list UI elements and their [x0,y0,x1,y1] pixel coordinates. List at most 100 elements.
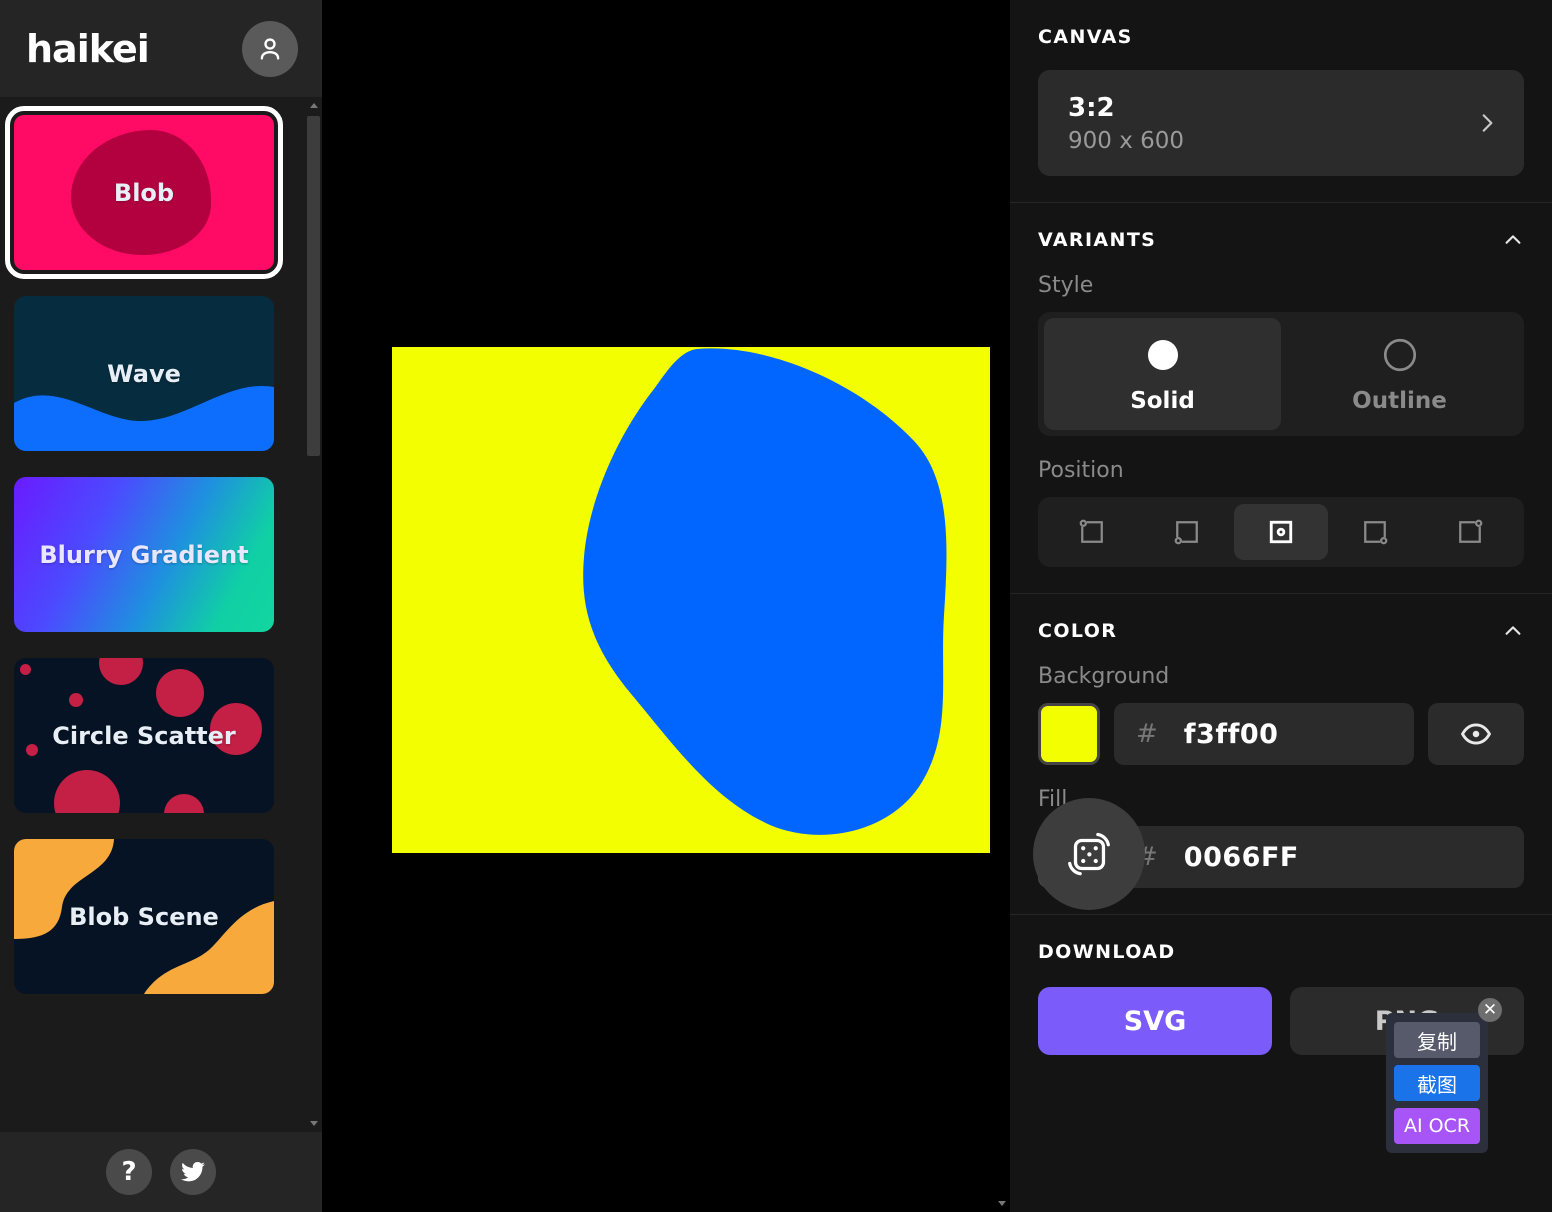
filled-circle-icon [1147,339,1178,371]
sidebar-header: haikei [0,0,322,97]
variants-section-title: VARIANTS [1038,229,1157,251]
position-top-left-icon [1079,519,1104,543]
ocr-ai-label: AI OCR [1403,1115,1471,1137]
scatter-dot [26,744,38,756]
user-avatar-icon [260,37,280,60]
scrollbar-track[interactable] [305,114,322,1115]
download-section-title: DOWNLOAD [1038,941,1176,963]
sidebar-item-blob[interactable]: Blob [5,106,283,279]
scrollbar-down-arrow[interactable] [305,1115,322,1132]
position-top-left[interactable] [1045,504,1139,560]
fill-hex-input[interactable]: # 0066FF [1114,826,1524,888]
ocr-copy-label: 复制 [1417,1029,1457,1054]
style-toggle-group: Solid Outline [1038,312,1524,436]
sidebar-item-blob-scene[interactable]: Blob Scene [14,839,274,994]
canvas-dimensions: 900 x 600 [1068,127,1185,154]
help-button[interactable]: ? [106,1149,152,1195]
background-label: Background [1038,664,1170,689]
ocr-popup: 复制 截图 AI OCR [1386,1013,1488,1153]
sidebar-item-label: Blob [113,178,175,207]
chevron-up-icon[interactable] [1502,229,1524,251]
canvas-area [322,0,1145,1212]
download-svg-label: SVG [1123,1005,1187,1037]
fill-hex-value: 0066FF [1183,841,1299,873]
position-bottom-right[interactable] [1328,504,1422,560]
ocr-copy-button[interactable]: 复制 [1394,1022,1480,1058]
variants-section-header[interactable]: VARIANTS [1038,229,1524,251]
help-button-label: ? [121,1157,137,1187]
canvas-ratio: 3:2 [1068,92,1115,123]
template-list: Blob Wave Blurry Gradient Circle Scatter… [0,97,305,1132]
download-section-header: DOWNLOAD [1038,941,1524,963]
background-hex-value: f3ff00 [1183,718,1279,750]
app-logo-text: haikei [26,26,150,71]
sidebar-item-label: Blurry Gradient [39,540,249,569]
canvas-size-selector[interactable]: 3:2 900 x 600 [1038,70,1524,176]
canvas-section: CANVAS 3:2 900 x 600 [1010,0,1552,203]
download-svg-button[interactable]: SVG [1038,987,1272,1055]
chevron-right-icon [1482,114,1493,132]
style-option-outline[interactable]: Outline [1281,318,1518,430]
dice-icon [1068,832,1110,876]
position-toggle-group [1038,497,1524,567]
canvas-preview[interactable] [392,347,990,853]
chevron-up-icon[interactable] [1502,620,1524,642]
scrollbar-thumb[interactable] [307,116,320,456]
background-visibility-button[interactable] [1428,703,1524,765]
color-section-title: COLOR [1038,620,1118,642]
randomize-button[interactable] [1033,798,1145,910]
ocr-screenshot-label: 截图 [1417,1072,1457,1097]
canvas-scrollbar[interactable] [993,0,1010,1212]
ocr-ai-button[interactable]: AI OCR [1394,1108,1480,1144]
background-color-row: # f3ff00 [1038,703,1524,765]
position-center[interactable] [1233,504,1329,560]
hash-symbol: # [1136,719,1158,749]
position-bottom-left-icon [1174,521,1198,545]
variants-section: VARIANTS Style Solid Outline Position [1010,203,1552,594]
style-label: Style [1038,273,1094,298]
style-option-label: Solid [1130,388,1195,414]
sidebar-item-label: Wave [107,359,181,388]
style-option-label: Outline [1352,388,1447,414]
scatter-dot [54,770,120,813]
color-section-header[interactable]: COLOR [1038,620,1524,642]
twitter-button[interactable] [170,1149,216,1195]
scatter-dot [156,669,204,717]
scrollbar-up-arrow[interactable] [305,97,322,114]
scatter-dot [20,664,31,675]
position-top-right[interactable] [1423,504,1517,560]
sidebar-footer: ? [0,1132,322,1212]
position-bottom-left[interactable] [1139,504,1233,560]
sidebar-item-label: Blob Scene [69,902,219,931]
background-hex-input[interactable]: # f3ff00 [1114,703,1414,765]
position-center-icon [1269,520,1293,544]
position-bottom-right-icon [1364,521,1388,545]
app-root: haikei Blob Wave Blurry Gradient Circle … [0,0,1552,1212]
close-icon: ✕ [1482,1000,1498,1020]
sidebar-item-wave[interactable]: Wave [14,296,274,451]
sidebar-scrollbar[interactable] [305,97,322,1132]
sidebar: haikei Blob Wave Blurry Gradient Circle … [0,0,322,1212]
ocr-close-button[interactable]: ✕ [1478,998,1502,1022]
canvas-section-header: CANVAS [1038,26,1524,48]
background-color-swatch[interactable] [1038,703,1100,765]
outline-circle-icon [1383,338,1416,372]
template-list-wrap: Blob Wave Blurry Gradient Circle Scatter… [0,97,322,1132]
sidebar-item-label: Circle Scatter [52,721,236,750]
twitter-icon [181,1161,205,1182]
canvas-section-title: CANVAS [1038,26,1133,48]
sidebar-item-blurry-gradient[interactable]: Blurry Gradient [14,477,274,632]
sidebar-item-circle-scatter[interactable]: Circle Scatter [14,658,274,813]
avatar[interactable] [242,20,298,77]
app-logo[interactable]: haikei [26,26,150,71]
position-label: Position [1038,458,1124,483]
eye-icon [1460,723,1492,745]
position-top-right-icon [1458,519,1483,543]
style-option-solid[interactable]: Solid [1044,318,1281,430]
scatter-dot [99,658,143,685]
scatter-dot [69,693,83,707]
ocr-screenshot-button[interactable]: 截图 [1394,1065,1480,1101]
canvas-scroll-down-arrow[interactable] [993,1195,1010,1212]
scatter-dot [164,794,204,813]
canvas-size-text: 3:2 900 x 600 [1068,93,1474,154]
